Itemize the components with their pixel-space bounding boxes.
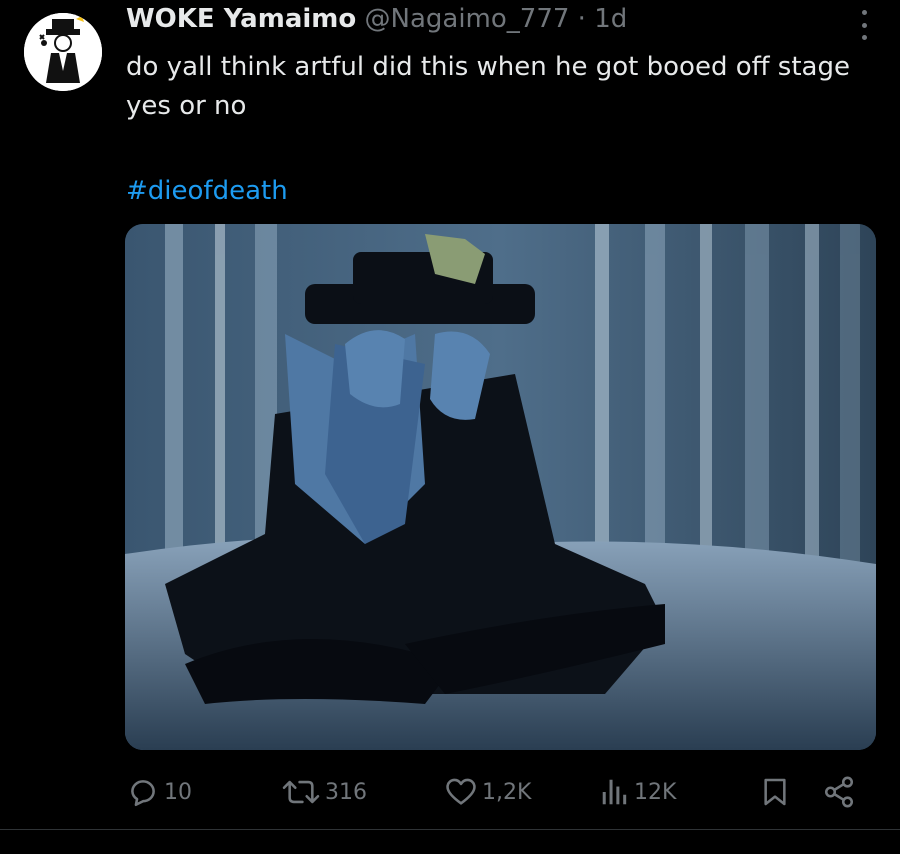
more-options-icon[interactable] bbox=[858, 10, 870, 40]
media-illustration bbox=[125, 224, 876, 750]
tweet-header: WOKE Yamaimo @Nagaimo_777 · 1d bbox=[126, 2, 860, 36]
views-chart-icon bbox=[602, 779, 627, 805]
share-button[interactable] bbox=[822, 770, 856, 814]
author-name[interactable]: WOKE Yamaimo bbox=[126, 4, 356, 34]
repost-button[interactable]: 316 bbox=[281, 770, 367, 814]
reply-count: 10 bbox=[164, 779, 192, 805]
avatar[interactable] bbox=[24, 13, 102, 91]
repost-count: 316 bbox=[325, 779, 367, 805]
heart-icon bbox=[446, 778, 476, 805]
views-count: 12K bbox=[634, 779, 677, 805]
like-button[interactable]: 1,2K bbox=[444, 770, 531, 814]
divider bbox=[0, 829, 900, 830]
bookmark-icon bbox=[764, 778, 786, 806]
share-icon bbox=[824, 776, 854, 808]
timestamp[interactable]: 1d bbox=[594, 4, 627, 34]
avatar-image bbox=[24, 13, 102, 91]
reply-button[interactable]: 10 bbox=[126, 770, 192, 814]
author-handle[interactable]: @Nagaimo_777 bbox=[365, 4, 570, 34]
repost-icon bbox=[282, 780, 320, 804]
bookmark-button[interactable] bbox=[759, 770, 791, 814]
tweet-media[interactable] bbox=[125, 224, 876, 750]
tweet-actions: 10 316 1,2K 12K bbox=[126, 770, 866, 814]
tweet-text: do yall think artful did this when he go… bbox=[126, 52, 850, 121]
reply-icon bbox=[131, 780, 155, 807]
like-count: 1,2K bbox=[482, 779, 532, 805]
separator-dot: · bbox=[577, 4, 586, 34]
hashtag-link[interactable]: #dieofdeath bbox=[126, 172, 288, 211]
views-button[interactable]: 12K bbox=[600, 770, 676, 814]
